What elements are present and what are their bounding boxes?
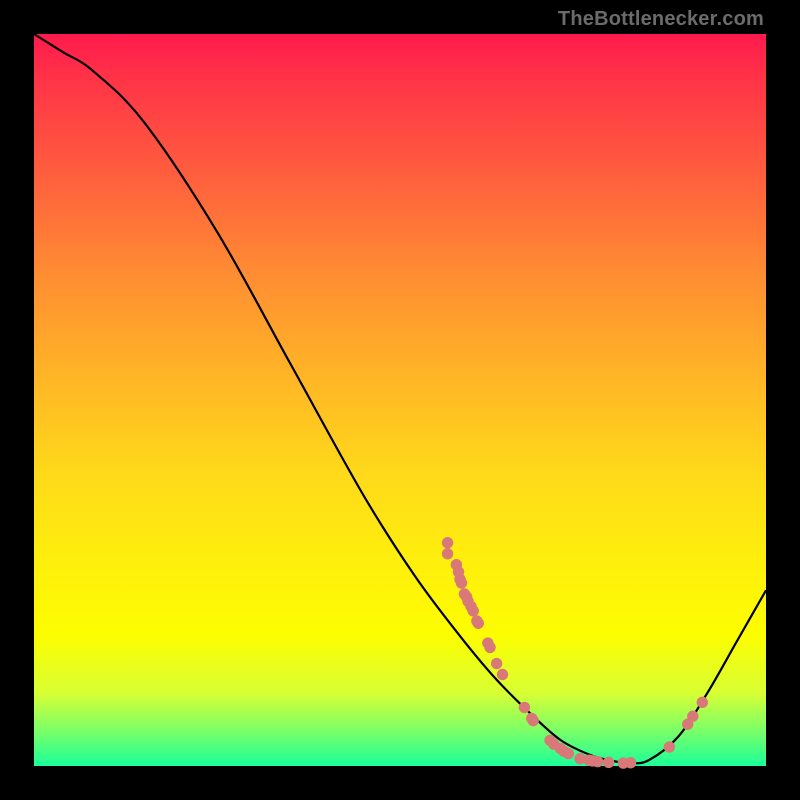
data-point [497, 669, 507, 679]
data-point [664, 742, 674, 752]
data-point [625, 758, 635, 768]
data-point [442, 549, 452, 559]
data-point [528, 715, 538, 725]
data-point [563, 748, 573, 758]
data-point [491, 658, 501, 668]
chart-svg [34, 34, 766, 766]
data-point [592, 756, 602, 766]
data-points [442, 538, 707, 769]
data-point [473, 618, 483, 628]
data-point [688, 711, 698, 721]
bottleneck-curve [34, 34, 766, 763]
data-point [485, 642, 495, 652]
data-point [697, 697, 707, 707]
data-point [442, 538, 452, 548]
data-point [603, 757, 613, 767]
watermark-text: TheBottlenecker.com [558, 8, 764, 31]
data-point [456, 578, 466, 588]
plot-area [34, 34, 766, 766]
chart-stage: TheBottlenecker.com [0, 0, 800, 800]
data-point [468, 606, 478, 616]
data-point [519, 702, 529, 712]
